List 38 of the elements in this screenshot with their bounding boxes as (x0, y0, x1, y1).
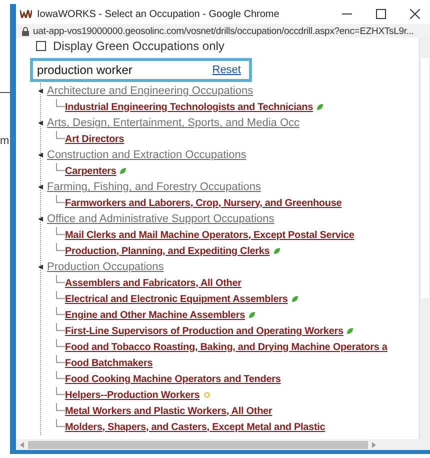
occupation-link[interactable]: First-Line Supervisors of Production and Operating Workers (65, 326, 344, 336)
collapse-icon[interactable] (38, 264, 43, 270)
checkbox[interactable] (36, 41, 46, 51)
occupation-link[interactable]: Mail Clerks and Mail Machine Operators, Except Postal Service (65, 230, 354, 240)
occupation-link[interactable]: Metal Workers and Plastic Workers, All Other (65, 406, 272, 416)
collapse-icon[interactable] (38, 184, 43, 190)
occupation-link[interactable]: Food Batchmakers (65, 358, 153, 368)
collapse-icon[interactable] (38, 120, 43, 126)
maximize-icon[interactable] (376, 9, 386, 19)
occupation-link[interactable]: Farmworkers and Laborers, Crop, Nursery, and Greenhouse (65, 198, 342, 208)
occupation-link[interactable]: Industrial Engineering Technologists and Technicians (65, 102, 313, 112)
occupation-link[interactable]: Production, Planning, and Expediting Clerks (65, 246, 270, 256)
checkbox-label: Display Green Occupations only (53, 39, 224, 53)
close-icon[interactable] (410, 9, 420, 19)
occupation-link[interactable]: Food Cooking Machine Operators and Tenders (65, 374, 281, 384)
occupation-link[interactable]: Electrical and Electronic Equipment Assemblers (65, 294, 288, 304)
collapse-icon[interactable] (38, 88, 43, 94)
window-title: IowaWORKS - Select an Occupation - Google Chrome (37, 8, 280, 20)
category-link[interactable]: Arts, Design, Entertainment, Sports, and Media Occ (47, 117, 300, 129)
occupation-link[interactable]: Art Directors (65, 134, 124, 144)
search-field[interactable]: production worker Reset (30, 58, 252, 82)
collapse-icon[interactable] (38, 152, 43, 158)
category-link[interactable]: Construction and Extraction Occupations (47, 149, 246, 161)
occupation-link[interactable]: Assemblers and Fabricators, All Other (65, 278, 242, 288)
occupation-link[interactable]: Molders, Shapers, and Casters, Except Metal and Plastic (65, 422, 326, 432)
category-link[interactable]: Production Occupations (47, 261, 164, 273)
occupation-link[interactable]: Helpers--Production Workers (65, 390, 200, 400)
occupation-link[interactable]: Food and Tobacco Roasting, Baking, and Drying Machine Operators a (65, 342, 388, 352)
page-text: m (0, 135, 10, 147)
category-link[interactable]: Farming, Fishing, and Forestry Occupations (47, 181, 261, 193)
occupation-link[interactable]: Carpenters (65, 166, 116, 176)
app-icon (20, 10, 32, 18)
reset-link[interactable]: Reset (212, 64, 241, 76)
category-link[interactable]: Office and Administrative Support Occupations (47, 213, 274, 225)
collapse-icon[interactable] (38, 216, 43, 222)
lock-icon (22, 26, 29, 36)
category-link[interactable]: Architecture and Engineering Occupations (47, 85, 254, 97)
occupation-link[interactable]: Engine and Other Machine Assemblers (65, 310, 245, 320)
